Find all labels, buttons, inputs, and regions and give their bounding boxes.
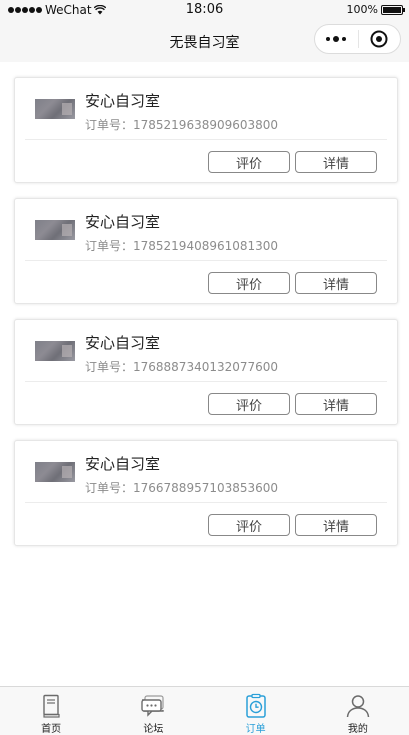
order-card: 安心自习室 订单号：1766788957103853600 评价 详情 — [14, 440, 398, 546]
status-right: 100% — [346, 3, 405, 16]
review-button[interactable]: 评价 — [208, 272, 290, 294]
tab-label: 我的 — [347, 724, 368, 735]
navigation-bar: 无畏自习室 — [0, 20, 409, 62]
chat-bubble-icon — [141, 695, 165, 717]
room-thumbnail — [35, 220, 75, 240]
tab-label: 论坛 — [143, 724, 164, 735]
divider — [25, 502, 387, 503]
battery-percent: 100% — [346, 3, 378, 16]
room-thumbnail — [35, 99, 75, 119]
room-thumbnail — [35, 341, 75, 361]
tab-label: 首页 — [41, 724, 62, 735]
status-bar: WeChat 18:06 100% — [0, 0, 409, 20]
tab-orders[interactable]: 订单 — [205, 687, 307, 735]
order-number: 订单号：1785219638909603800 — [85, 118, 279, 132]
detail-button[interactable]: 详情 — [295, 393, 377, 415]
battery-fill — [383, 6, 401, 13]
tab-bar: 首页 论坛 订单 我的 — [0, 686, 409, 735]
order-timer-icon — [245, 693, 266, 718]
room-name: 安心自习室 — [85, 213, 161, 231]
tab-forum[interactable]: 论坛 — [102, 687, 204, 735]
order-number: 订单号：1768887340132077600 — [85, 360, 279, 374]
order-card: 安心自习室 订单号：1768887340132077600 评价 详情 — [14, 319, 398, 425]
more-dots-icon-right — [342, 37, 347, 41]
user-icon — [346, 695, 370, 718]
review-button[interactable]: 评价 — [208, 393, 290, 415]
detail-button[interactable]: 详情 — [295, 514, 377, 536]
review-button[interactable]: 评价 — [208, 151, 290, 173]
order-number: 订单号：1785219408961081300 — [85, 239, 279, 253]
close-miniprogram-button[interactable] — [358, 25, 400, 53]
detail-button[interactable]: 详情 — [295, 151, 377, 173]
detail-button[interactable]: 详情 — [295, 272, 377, 294]
book-icon — [43, 694, 60, 718]
battery-icon — [381, 4, 405, 15]
tab-label: 订单 — [245, 724, 266, 735]
more-dots-icon — [326, 37, 331, 41]
order-number: 订单号：1766788957103853600 — [85, 481, 279, 495]
divider — [25, 381, 387, 382]
miniprogram-capsule — [314, 24, 401, 54]
room-name: 安心自习室 — [85, 455, 161, 473]
order-card: 安心自习室 订单号：1785219638909603800 评价 详情 — [14, 77, 398, 183]
divider — [25, 139, 387, 140]
room-thumbnail — [35, 462, 75, 482]
more-dots-icon-center — [333, 36, 340, 42]
order-card: 安心自习室 订单号：1785219408961081300 评价 详情 — [14, 198, 398, 304]
review-button[interactable]: 评价 — [208, 514, 290, 536]
target-icon — [370, 30, 388, 48]
room-name: 安心自习室 — [85, 92, 161, 110]
room-name: 安心自习室 — [85, 334, 161, 352]
tab-profile[interactable]: 我的 — [307, 687, 409, 735]
divider — [25, 260, 387, 261]
more-menu-button[interactable] — [315, 25, 358, 53]
tab-home[interactable]: 首页 — [0, 687, 102, 735]
